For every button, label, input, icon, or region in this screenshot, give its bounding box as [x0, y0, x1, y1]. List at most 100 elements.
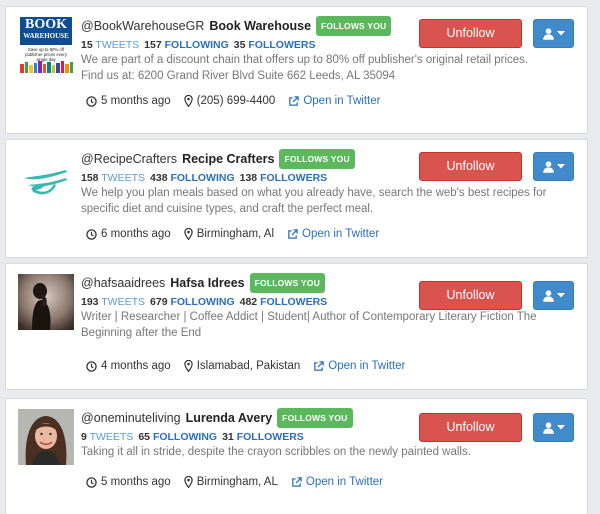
- following-label[interactable]: FOLLOWING: [170, 172, 234, 184]
- map-marker-icon: [183, 476, 193, 488]
- unfollow-button[interactable]: Unfollow: [419, 152, 522, 181]
- tweets-count: 158: [81, 172, 99, 184]
- caret-down-icon: [556, 293, 565, 298]
- user-icon: [542, 289, 554, 302]
- user-icon: [542, 160, 554, 173]
- time-ago: 5 months ago: [86, 95, 171, 107]
- caret-down-icon: [556, 164, 565, 169]
- user-name[interactable]: Hafsa Idrees: [170, 276, 244, 290]
- user-bio: We are part of a discount chain that off…: [81, 54, 529, 82]
- location-text: Birmingham, Al: [196, 228, 275, 240]
- profile-photo: [18, 409, 74, 465]
- time-ago: 5 months ago: [86, 476, 171, 488]
- location: Birmingham, AL: [183, 476, 278, 488]
- user-menu-button[interactable]: [533, 152, 574, 181]
- user-menu-button[interactable]: [533, 281, 574, 310]
- user-card: @RecipeCrafters Recipe Crafters FOLLOWS YO…: [5, 139, 588, 258]
- follows-you-badge: FOLLOWS YOU: [316, 16, 392, 36]
- user-card: @hafsaaidrees Hafsa Idrees FOLLOWS YOU 193…: [5, 263, 588, 390]
- user-menu-button[interactable]: [533, 413, 574, 442]
- tweets-count: 9: [81, 431, 87, 443]
- user-handle[interactable]: @oneminuteliving: [81, 411, 181, 425]
- followers-count: 35: [233, 39, 246, 51]
- user-stats: 158 TWEETS 438 FOLLOWING 138 FOLLOWERS: [81, 172, 437, 184]
- unfollow-button[interactable]: Unfollow: [419, 19, 522, 48]
- following-label[interactable]: FOLLOWING: [153, 431, 217, 443]
- followers-label[interactable]: FOLLOWERS: [260, 296, 327, 308]
- link-text[interactable]: Open in Twitter: [302, 228, 379, 240]
- location: Islamabad, Pakistan: [183, 360, 300, 372]
- avatar-lurenda-avery[interactable]: [18, 409, 74, 465]
- time-text: 6 months ago: [101, 228, 171, 240]
- user-bio: We help you plan meals based on what you…: [81, 187, 547, 215]
- time-text: 4 months ago: [101, 360, 171, 372]
- user-handle[interactable]: @BookWarehouseGR: [81, 19, 204, 33]
- open-in-twitter-link[interactable]: Open in Twitter: [288, 95, 380, 107]
- clock-icon: [86, 476, 97, 488]
- user-menu-button[interactable]: [533, 19, 574, 48]
- user-meta: 5 months ago Birmingham, AL Open in Twit…: [86, 476, 396, 488]
- follows-you-badge: FOLLOWS YOU: [277, 408, 353, 428]
- followers-label[interactable]: FOLLOWERS: [248, 39, 315, 51]
- logo-text: BOOK: [24, 17, 67, 32]
- followers-label[interactable]: FOLLOWERS: [237, 431, 304, 443]
- logo-text: WAREHOUSE: [23, 32, 69, 40]
- user-meta: 5 months ago (205) 699-4400 Open in Twit…: [86, 95, 393, 107]
- user-name[interactable]: Lurenda Avery: [186, 411, 273, 425]
- time-text: 5 months ago: [101, 95, 171, 107]
- user-card: BOOK WAREHOUSE Save up to 80% off publis…: [5, 6, 588, 134]
- user-card: @oneminuteliving Lurenda Avery FOLLOWS YOU…: [5, 398, 588, 514]
- caret-down-icon: [556, 31, 565, 36]
- user-handle[interactable]: @hafsaaidrees: [81, 276, 165, 290]
- link-text[interactable]: Open in Twitter: [328, 360, 405, 372]
- open-in-twitter-link[interactable]: Open in Twitter: [291, 476, 383, 488]
- location-text: Birmingham, AL: [196, 476, 278, 488]
- unfollow-button[interactable]: Unfollow: [419, 413, 522, 442]
- user-name[interactable]: Book Warehouse: [209, 19, 311, 33]
- external-link-icon: [292, 476, 302, 487]
- time-text: 5 months ago: [101, 476, 171, 488]
- followers-count: 138: [239, 172, 258, 184]
- link-text[interactable]: Open in Twitter: [303, 95, 380, 107]
- time-ago: 4 months ago: [86, 360, 171, 372]
- recipe-crafters-logo: [24, 170, 67, 195]
- user-stats: 9 TWEETS 65 FOLLOWING 31 FOLLOWERS: [81, 431, 437, 443]
- location: Birmingham, Al: [183, 228, 275, 240]
- following-count: 157: [144, 39, 162, 51]
- user-stats: 193 TWEETS 679 FOLLOWING 482 FOLLOWERS: [81, 296, 437, 308]
- avatar-book-warehouse[interactable]: BOOK WAREHOUSE Save up to 80% off publis…: [18, 17, 74, 75]
- open-in-twitter-link[interactable]: Open in Twitter: [313, 360, 405, 372]
- user-bio: Writer | Researcher | Coffee Addict | St…: [81, 311, 537, 339]
- map-marker-icon: [183, 95, 193, 107]
- avatar-hafsa-idrees[interactable]: [18, 274, 74, 330]
- following-label[interactable]: FOLLOWING: [170, 296, 234, 308]
- tweets-label[interactable]: TWEETS: [90, 431, 134, 443]
- user-bio: Taking it all in stride, despite the cra…: [81, 446, 471, 458]
- user-stats: 15 TWEETS 157 FOLLOWING 35 FOLLOWERS: [81, 39, 437, 51]
- external-link-icon: [289, 95, 300, 106]
- tweets-count: 193: [81, 296, 99, 308]
- profile-photo: [18, 274, 74, 330]
- external-link-icon: [288, 228, 298, 239]
- open-in-twitter-link[interactable]: Open in Twitter: [287, 228, 379, 240]
- clock-icon: [86, 228, 97, 240]
- logo-tagline: Save up to 80% off publisher prices ever…: [25, 47, 67, 62]
- user-name[interactable]: Recipe Crafters: [182, 152, 274, 166]
- avatar-recipe-crafters[interactable]: [18, 152, 74, 208]
- book-spines: [20, 61, 73, 73]
- tweets-label[interactable]: TWEETS: [101, 296, 145, 308]
- user-handle[interactable]: @RecipeCrafters: [81, 152, 177, 166]
- map-marker-icon: [183, 360, 193, 372]
- user-meta: 6 months ago Birmingham, Al Open in Twit…: [86, 228, 392, 240]
- followers-label[interactable]: FOLLOWERS: [260, 172, 327, 184]
- link-text[interactable]: Open in Twitter: [306, 476, 383, 488]
- tweets-label[interactable]: TWEETS: [101, 172, 145, 184]
- followers-count: 31: [222, 431, 234, 443]
- unfollow-button[interactable]: Unfollow: [419, 281, 522, 310]
- tweets-label[interactable]: TWEETS: [95, 39, 139, 51]
- followers-count: 482: [239, 296, 258, 308]
- following-label[interactable]: FOLLOWING: [165, 39, 229, 51]
- following-count: 65: [138, 431, 151, 443]
- follower-list: BOOK WAREHOUSE Save up to 80% off publis…: [0, 0, 600, 514]
- map-marker-icon: [183, 228, 193, 240]
